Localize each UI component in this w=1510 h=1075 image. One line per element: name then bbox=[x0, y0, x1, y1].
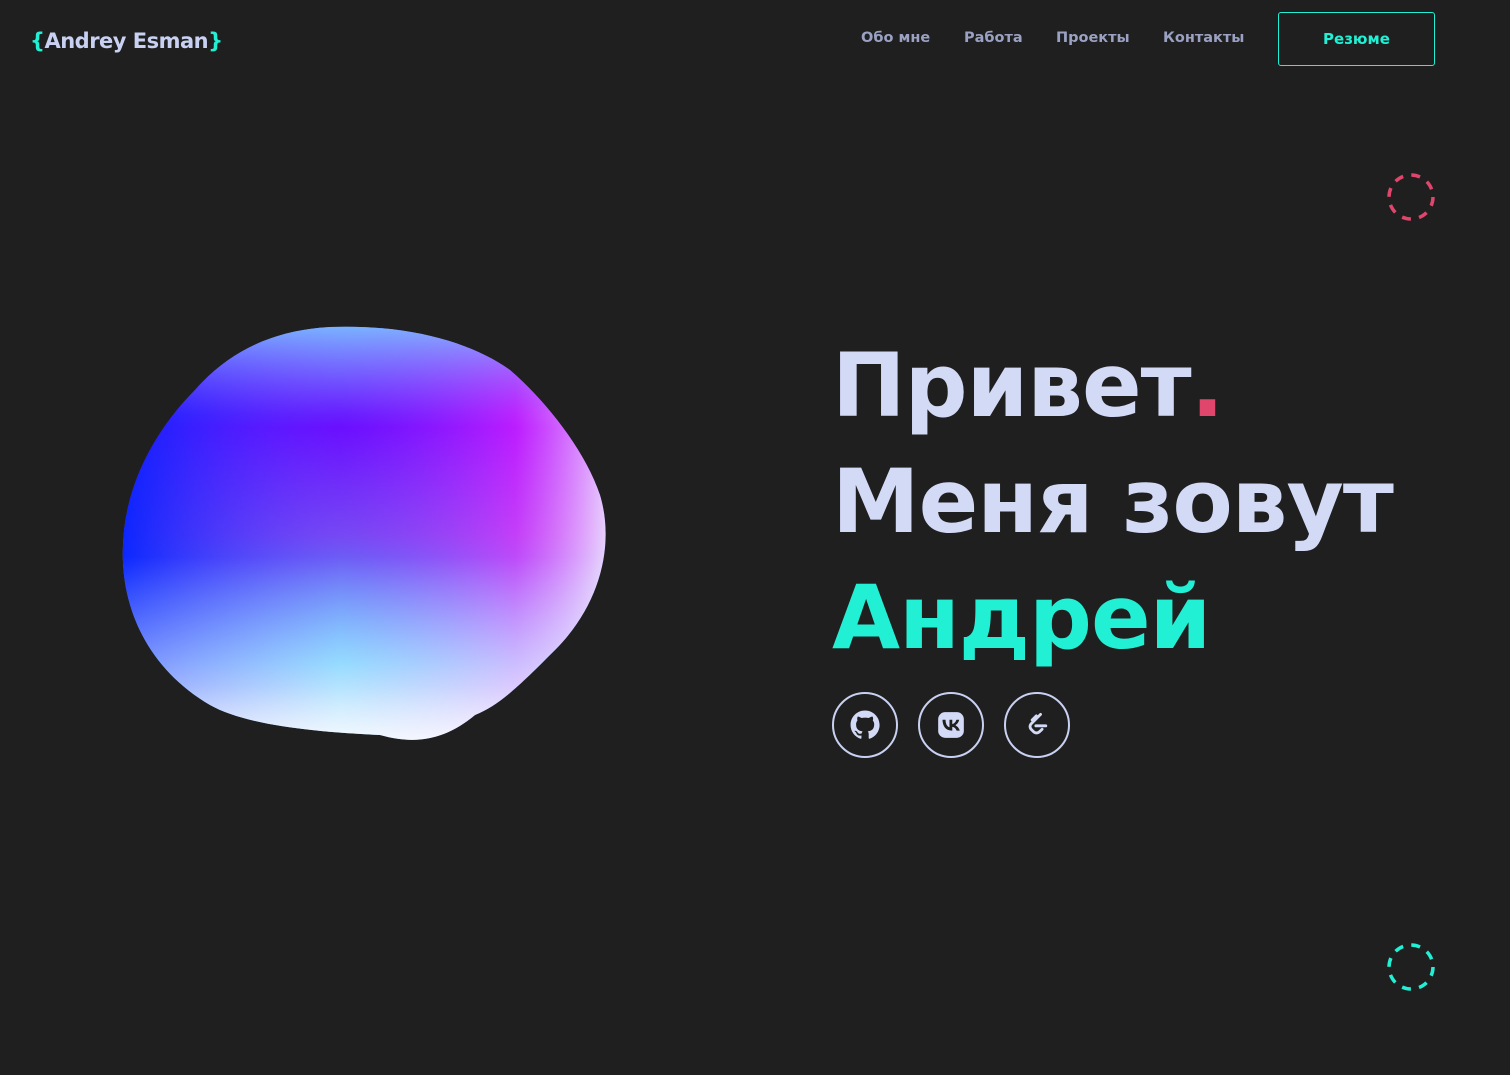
hero-line-greeting: Привет. bbox=[832, 328, 1393, 444]
nav-link-contacts[interactable]: Контакты bbox=[1163, 30, 1244, 46]
hero-line-intro: Меня зовут bbox=[832, 450, 1394, 553]
dashed-circle-teal-decoration bbox=[1387, 943, 1435, 991]
hero-greeting-dot: . bbox=[1190, 334, 1224, 437]
logo-name: Andrey Esman bbox=[44, 29, 209, 53]
github-link-button[interactable] bbox=[832, 692, 898, 758]
vk-icon bbox=[938, 712, 964, 738]
leetcode-icon bbox=[1028, 712, 1048, 735]
nav-link-projects[interactable]: Проекты bbox=[1056, 30, 1130, 46]
nav-link-work[interactable]: Работа bbox=[964, 30, 1023, 46]
logo-brace-close: } bbox=[208, 29, 223, 53]
social-links bbox=[832, 692, 1070, 758]
dashed-circle-pink-decoration bbox=[1387, 173, 1435, 221]
site-logo[interactable]: { Andrey Esman } bbox=[30, 24, 223, 58]
github-icon bbox=[850, 710, 880, 739]
vk-link-button[interactable] bbox=[918, 692, 984, 758]
hero-heading: Привет. Меня зовут Андрей bbox=[832, 328, 1394, 676]
leetcode-link-button[interactable] bbox=[1004, 692, 1070, 758]
resume-button[interactable]: Резюме bbox=[1278, 12, 1435, 66]
hero-line-name: Андрей bbox=[832, 566, 1211, 669]
hero-greeting-text: Привет bbox=[832, 334, 1192, 437]
logo-brace-open: { bbox=[30, 29, 45, 53]
nav-link-about[interactable]: Обо мне bbox=[861, 30, 930, 46]
gradient-blob-image bbox=[122, 326, 606, 740]
page: { Andrey Esman } Обо мне Работа Проекты … bbox=[0, 0, 1510, 1075]
